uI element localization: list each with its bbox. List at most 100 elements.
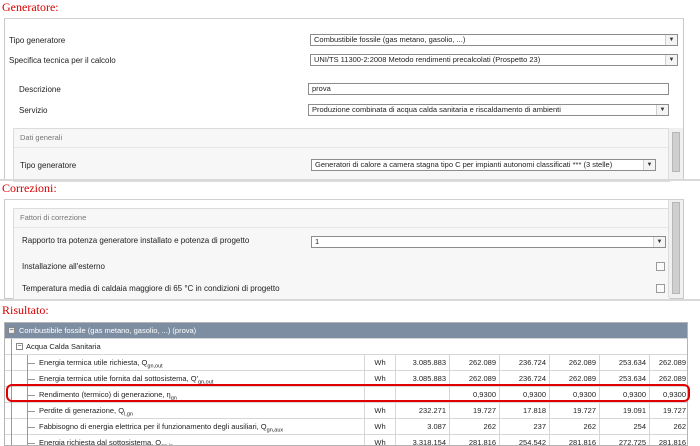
descrizione-label: Descrizione	[19, 85, 61, 94]
descrizione-input[interactable]: prova	[308, 83, 669, 95]
tree-line	[27, 427, 35, 428]
value-cell: 262.089	[649, 355, 687, 370]
tree-line	[11, 355, 12, 371]
value-cell: 281.816	[649, 435, 687, 445]
temperatura-caldaia-checkbox[interactable]	[656, 284, 665, 293]
tree-line	[27, 379, 35, 380]
tree-line	[11, 339, 12, 355]
installazione-esterno-label: Installazione all'esterno	[22, 262, 105, 271]
correzioni-scrollbar[interactable]	[668, 200, 683, 298]
value-cell: 272.725	[599, 435, 649, 445]
value-cell: 237	[499, 419, 549, 434]
section-divider	[0, 179, 700, 181]
rapporto-potenza-value: 1	[315, 237, 320, 246]
table-row[interactable]: Perdite di generazione, Ql,gn Wh 232.271 19…	[5, 403, 687, 419]
chevron-down-icon[interactable]: ▼	[656, 105, 668, 115]
value-cell: 254.542	[499, 435, 549, 445]
row-label: Perdite di generazione, Ql,gn	[39, 403, 133, 418]
value-cell: 253.634	[599, 371, 649, 386]
row-label: Energia termica utile richiesta, Qgn,out	[39, 355, 163, 370]
fattori-correzione-title: Fattori di correzione	[20, 213, 87, 222]
collapse-icon[interactable]: −	[16, 343, 23, 350]
fattori-correzione-group: Fattori di correzione Rapporto tra poten…	[13, 208, 670, 300]
dati-generali-group: Dati generali Tipo generatore Generatori…	[13, 128, 670, 182]
installazione-esterno-checkbox[interactable]	[656, 262, 665, 271]
scrollbar-thumb[interactable]	[672, 202, 680, 294]
rapporto-potenza-select[interactable]: 1 ▼	[311, 236, 666, 248]
row-label-subscript: gn,out	[198, 379, 214, 386]
value-cell: 281.816	[449, 435, 499, 445]
row-label-subscript: gn,out	[147, 363, 163, 370]
table-row[interactable]: Energia termica utile fornita dal sottos…	[5, 371, 687, 387]
section-title-generatore: Generatore:	[2, 0, 59, 14]
servizio-value: Produzione combinata di acqua calda sani…	[312, 105, 561, 114]
value-cell: 0,9300	[549, 387, 599, 402]
value-cell: 232.271	[395, 403, 449, 418]
section-divider	[0, 299, 700, 301]
servizio-select[interactable]: Produzione combinata di acqua calda sani…	[308, 104, 669, 116]
value-cell: 236.724	[499, 371, 549, 386]
row-label-text: Rendimento (termico) di generazione, η	[39, 390, 171, 399]
tree-line	[27, 443, 35, 444]
chevron-down-icon[interactable]: ▼	[653, 237, 665, 247]
temperatura-caldaia-label: Temperatura media di caldaia maggiore di…	[22, 284, 280, 293]
chevron-down-icon[interactable]: ▼	[665, 35, 677, 45]
value-cell: 0,9300	[499, 387, 549, 402]
generatore-scrollbar[interactable]	[668, 128, 683, 179]
unit-cell: Wh	[364, 371, 395, 386]
row-label-text: Energia termica utile richiesta, Q	[39, 358, 148, 367]
unit-cell	[364, 387, 395, 402]
unit-cell: Wh	[364, 419, 395, 434]
tree-line	[27, 435, 28, 445]
row-label-subscript: gn	[170, 395, 177, 402]
value-cell: 17.818	[499, 403, 549, 418]
row-label-text: Energia termica utile fornita dal sottos…	[39, 374, 199, 383]
tree-line	[11, 403, 12, 419]
scrollbar-thumb[interactable]	[672, 132, 680, 172]
row-label-subscript: gn,aux	[266, 427, 284, 434]
unit-cell: Wh	[364, 355, 395, 370]
tree-line	[11, 387, 12, 403]
specifica-tecnica-select[interactable]: UNI/TS 11300-2:2008 Metodo rendimenti pr…	[310, 54, 678, 66]
specifica-tecnica-value: UNI/TS 11300-2:2008 Metodo rendimenti pr…	[314, 55, 541, 64]
row-label-text: Fabbisogno di energia elettrica per il f…	[39, 422, 267, 431]
tipo-generatore-select[interactable]: Combustibile fossile (gas metano, gasoli…	[310, 34, 678, 46]
row-label-text: Energia richiesta dal sottosistema, Q	[39, 438, 162, 446]
chevron-down-icon[interactable]: ▼	[665, 55, 677, 65]
table-row[interactable]: Rendimento (termico) di generazione, ηgn…	[5, 387, 687, 403]
value-cell: 19.091	[599, 403, 649, 418]
grid-subgroup-label: Acqua Calda Sanitaria	[26, 342, 101, 351]
grid-subgroup-row[interactable]: − Acqua Calda Sanitaria	[5, 339, 687, 355]
row-label: Rendimento (termico) di generazione, ηgn	[39, 387, 177, 402]
table-row[interactable]: Energia termica utile richiesta, Qgn,out…	[5, 355, 687, 371]
chevron-down-icon[interactable]: ▼	[643, 160, 655, 170]
value-cell	[395, 387, 449, 402]
value-cell: 0,9300	[649, 387, 687, 402]
value-cell: 262	[449, 419, 499, 434]
dati-generali-title: Dati generali	[20, 133, 63, 142]
row-label-subscript: l,gn	[124, 411, 133, 418]
tree-line	[11, 419, 12, 435]
rapporto-potenza-label: Rapporto tra potenza generatore installa…	[22, 236, 250, 245]
value-cell: 236.724	[499, 355, 549, 370]
value-cell: 262.089	[549, 371, 599, 386]
row-label: Energia termica utile fornita dal sottos…	[39, 371, 213, 386]
tree-line	[11, 435, 12, 445]
collapse-icon[interactable]: −	[8, 327, 15, 334]
value-cell: 19.727	[549, 403, 599, 418]
tipo-generatore-2-select[interactable]: Generatori di calore a camera stagna tip…	[311, 159, 656, 171]
specifica-tecnica-label: Specifica tecnica per il calcolo	[9, 56, 116, 65]
section-title-correzioni: Correzioni:	[2, 181, 57, 195]
table-row[interactable]: Fabbisogno di energia elettrica per il f…	[5, 419, 687, 435]
grid-group-header-label: Combustibile fossile (gas metano, gasoli…	[19, 326, 197, 335]
tree-line	[27, 395, 35, 396]
correzioni-panel: Fattori di correzione Rapporto tra poten…	[4, 199, 684, 300]
grid-group-header[interactable]: − Combustibile fossile (gas metano, gaso…	[5, 323, 687, 339]
tipo-generatore-2-label: Tipo generatore	[20, 161, 77, 170]
divider	[14, 227, 669, 228]
value-cell: 262.089	[449, 371, 499, 386]
value-cell: 262.089	[649, 371, 687, 386]
value-cell: 3.085.883	[395, 371, 449, 386]
table-row[interactable]: Energia richiesta dal sottosistema, Qgn,…	[5, 435, 687, 446]
tree-line	[27, 411, 35, 412]
